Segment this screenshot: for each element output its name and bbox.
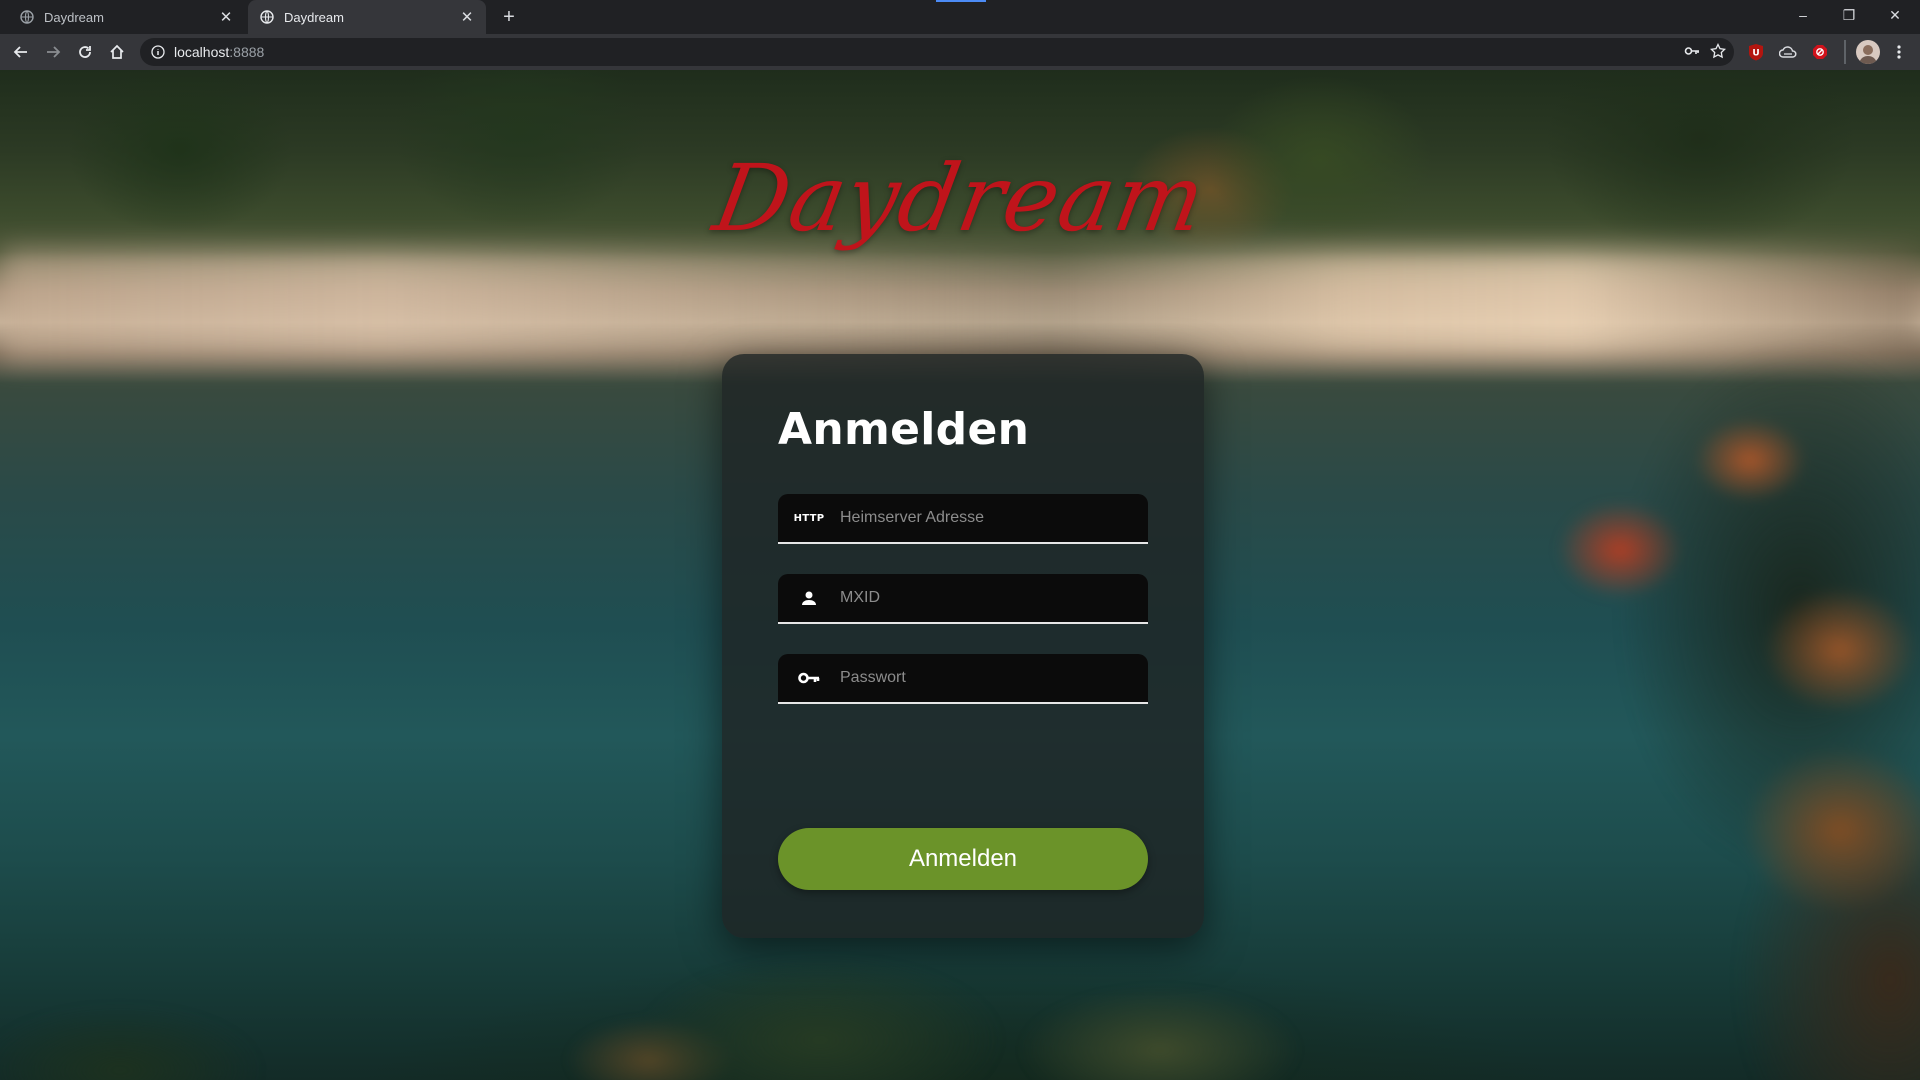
cloud-extension-icon[interactable] [1778, 42, 1798, 62]
profile-avatar[interactable] [1856, 40, 1880, 64]
close-window-button[interactable]: ✕ [1872, 0, 1918, 30]
tab-title: Daydream [44, 9, 104, 25]
browser-toolbar: localhost:8888 U [0, 34, 1920, 70]
key-icon[interactable] [1684, 44, 1700, 63]
user-icon [778, 574, 840, 622]
tab-title: Daydream [284, 9, 344, 25]
http-icon-text: HTTP [793, 512, 825, 524]
background-foliage-left [0, 950, 340, 1080]
reload-icon [79, 46, 91, 58]
restore-button[interactable]: ❐ [1826, 0, 1872, 30]
forward-button[interactable] [40, 39, 66, 65]
mxid-input[interactable] [840, 574, 1148, 622]
background-foliage-right [1420, 130, 1920, 1080]
tab-daydream-inactive[interactable]: Daydream ✕ [0, 0, 245, 34]
menu-kebab-icon[interactable] [1886, 39, 1912, 65]
reload-button[interactable] [72, 39, 98, 65]
tab-strip: Daydream ✕ Daydream ✕ + – ❐ ✕ [0, 0, 1920, 34]
mxid-field[interactable] [778, 574, 1148, 624]
toolbar-divider [1844, 40, 1846, 64]
home-icon [110, 44, 124, 59]
password-field[interactable] [778, 654, 1148, 704]
minimize-button[interactable]: – [1780, 0, 1826, 30]
arrow-left-icon [13, 46, 27, 58]
homeserver-input[interactable] [840, 494, 1148, 542]
info-icon[interactable] [150, 44, 166, 60]
close-tab-icon[interactable]: ✕ [217, 8, 235, 26]
homeserver-field[interactable]: HTTP [778, 494, 1148, 544]
login-submit-button[interactable]: Anmelden [778, 828, 1148, 890]
home-button[interactable] [104, 39, 130, 65]
close-tab-icon[interactable]: ✕ [458, 8, 476, 26]
back-button[interactable] [8, 39, 34, 65]
svg-text:U: U [1752, 49, 1759, 59]
password-input[interactable] [840, 654, 1148, 702]
arrow-right-icon [47, 46, 61, 58]
new-tab-button[interactable]: + [498, 6, 520, 28]
tab-daydream-active[interactable]: Daydream ✕ [248, 0, 486, 34]
ublock-icon[interactable]: U [1746, 42, 1766, 62]
page-viewport: Daydream Anmelden HTTP Anmelden [0, 70, 1920, 1080]
login-title: Anmelden [778, 404, 1030, 455]
address-bar[interactable]: localhost:8888 [140, 38, 1734, 66]
tab-search-indicator [936, 0, 986, 2]
app-logo: Daydream [706, 144, 1214, 252]
globe-icon [260, 10, 274, 24]
url-host: localhost [174, 44, 230, 60]
globe-icon [20, 10, 34, 24]
key-icon [778, 654, 840, 702]
url-text: localhost:8888 [174, 44, 264, 60]
http-icon: HTTP [778, 494, 840, 542]
star-icon[interactable] [1709, 42, 1727, 64]
login-card: Anmelden HTTP Anmelden [722, 354, 1204, 938]
adblock-icon[interactable] [1810, 42, 1830, 62]
url-port: :8888 [229, 44, 265, 60]
